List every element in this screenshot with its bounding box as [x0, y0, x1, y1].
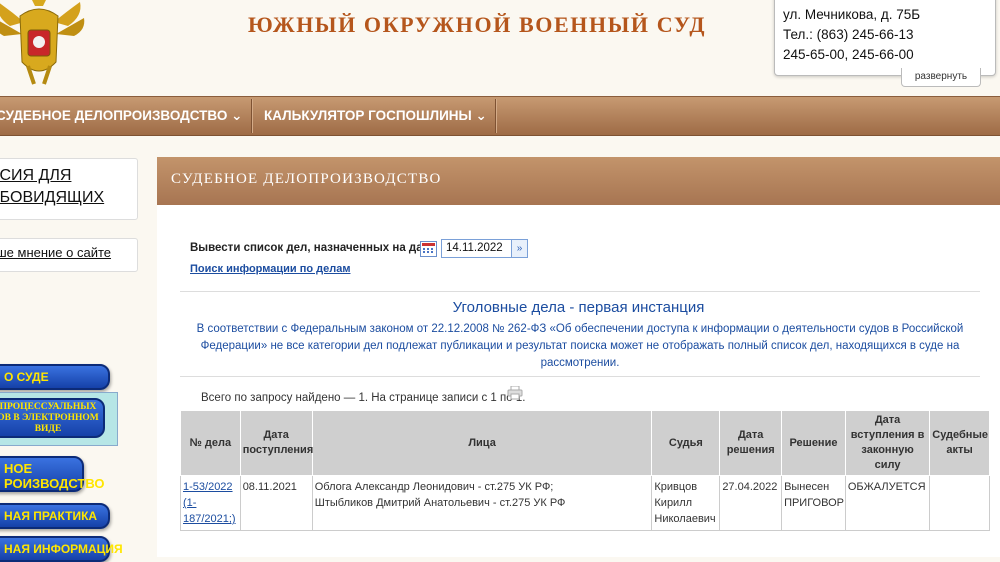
nav-item-fee-calculator[interactable]: КАЛЬКУЛЯТОР ГОСПОШЛИНЫ ⌄	[264, 97, 487, 135]
column-header-persons: Лица	[311, 410, 653, 476]
vision-impaired-link[interactable]: РСИЯ ДЛЯ АБОВИДЯЩИХ	[0, 165, 104, 209]
divider	[180, 291, 980, 292]
nav-separator	[495, 99, 496, 133]
main-content: СУДЕБНОЕ ДЕЛОПРОИЗВОДСТВО Вывести список…	[157, 157, 1000, 557]
site-title: ЮЖНЫЙ ОКРУЖНОЙ ВОЕННЫЙ СУД	[248, 12, 707, 37]
date-filter-label: Вывести список дел, назначенных на дату	[190, 242, 435, 254]
submit-date-button[interactable]: »	[511, 239, 528, 258]
table-header-row: № дела Дата поступления Лица Судья Дата …	[180, 410, 990, 476]
accessibility-box: РСИЯ ДЛЯ АБОВИДЯЩИХ	[0, 158, 138, 220]
about-court-button[interactable]: О СУДЕ	[0, 364, 110, 390]
calendar-icon[interactable]	[420, 241, 437, 257]
nav-item-court-proceedings[interactable]: СУДЕБНОЕ ДЕЛОПРОИЗВОДСТВО ⌄	[0, 97, 242, 135]
column-header-judge: Судья	[651, 410, 721, 476]
effective-date-cell: ОБЖАЛУЕТСЯ	[844, 475, 931, 531]
persons-cell: Облога Александр Леонидович - ст.275 УК …	[311, 475, 653, 531]
judicial-practice-button[interactable]: НАЯ ПРАКТИКА	[0, 503, 110, 529]
cases-table: № дела Дата поступления Лица Судья Дата …	[180, 410, 990, 531]
column-header-court-acts: Судебные акты	[929, 410, 990, 476]
court-proceedings-button[interactable]: НОЕ РОИЗВОДСТВО	[0, 456, 105, 492]
double-chevron-right-icon: »	[516, 243, 523, 254]
column-header-effective-date: Дата вступления в законную силу	[844, 410, 931, 476]
electronic-documents-button[interactable]: ПРОЦЕССУАЛЬНЫХ ОВ В ЭЛЕКТРОННОМ ВИДЕ	[0, 398, 105, 438]
contact-panel: ул. Мечникова, д. 75Б Тел.: (863) 245-66…	[774, 0, 996, 76]
main-navigation: СУДЕБНОЕ ДЕЛОПРОИЗВОДСТВО ⌄ КАЛЬКУЛЯТОР …	[0, 96, 1000, 136]
person-entry: Штыбликов Дмитрий Анатольевич - ст.275 У…	[314, 497, 566, 509]
content-header: СУДЕБНОЕ ДЕЛОПРОИЗВОДСТВО	[157, 157, 1000, 205]
cases-title: Уголовные дела - первая инстанция	[452, 299, 705, 316]
column-header-received-date: Дата поступления	[239, 410, 313, 476]
date-input[interactable]: 14.11.2022	[441, 239, 515, 258]
feedback-box: аше мнение о сайте	[0, 238, 138, 272]
contact-phone-extra: 245-65-00, 245-66-00	[783, 47, 914, 62]
site-header: ЮЖНЫЙ ОКРУЖНОЙ ВОЕННЫЙ СУД ул. Мечникова…	[0, 0, 1000, 96]
contact-address: ул. Мечникова, д. 75Б	[783, 7, 921, 22]
law-notice: В соответствии с Федеральным законом от …	[196, 323, 964, 369]
nav-separator	[251, 99, 252, 133]
results-count: Всего по запросу найдено — 1. На страниц…	[201, 392, 526, 404]
print-icon[interactable]	[507, 386, 523, 400]
electronic-documents-frame: ПРОЦЕССУАЛЬНЫХ ОВ В ЭЛЕКТРОННОМ ВИДЕ	[0, 392, 118, 446]
contact-phone: Тел.: (863) 245-66-13	[783, 27, 914, 42]
case-number-link[interactable]: 1-53/2022 (1-187/2021;)	[183, 481, 236, 525]
decision-date-cell: 27.04.2022	[719, 475, 783, 531]
expand-contacts-button[interactable]: развернуть	[901, 68, 981, 87]
case-number-cell: 1-53/2022 (1-187/2021;)	[180, 475, 241, 531]
received-date-cell: 08.11.2021	[239, 475, 313, 531]
court-acts-cell	[929, 475, 990, 531]
divider	[180, 376, 980, 377]
person-entry: Облога Александр Леонидович - ст.275 УК …	[314, 481, 554, 493]
table-row: 1-53/2022 (1-187/2021;) 08.11.2021 Облог…	[180, 475, 990, 531]
column-header-decision: Решение	[781, 410, 846, 476]
general-information-button[interactable]: НАЯ ИНФОРМАЦИЯ	[0, 536, 123, 562]
decision-cell: Вынесен ПРИГОВОР	[781, 475, 846, 531]
site-opinion-link[interactable]: аше мнение о сайте	[0, 245, 111, 260]
column-header-decision-date: Дата решения	[719, 410, 783, 476]
coat-of-arms-icon[interactable]	[0, 0, 88, 92]
case-search-link[interactable]: Поиск информации по делам	[190, 263, 350, 275]
page-title: СУДЕБНОЕ ДЕЛОПРОИЗВОДСТВО	[171, 171, 442, 187]
column-header-case-number: № дела	[180, 410, 241, 476]
judge-cell: Кривцов Кирилл Николаевич	[651, 475, 721, 531]
